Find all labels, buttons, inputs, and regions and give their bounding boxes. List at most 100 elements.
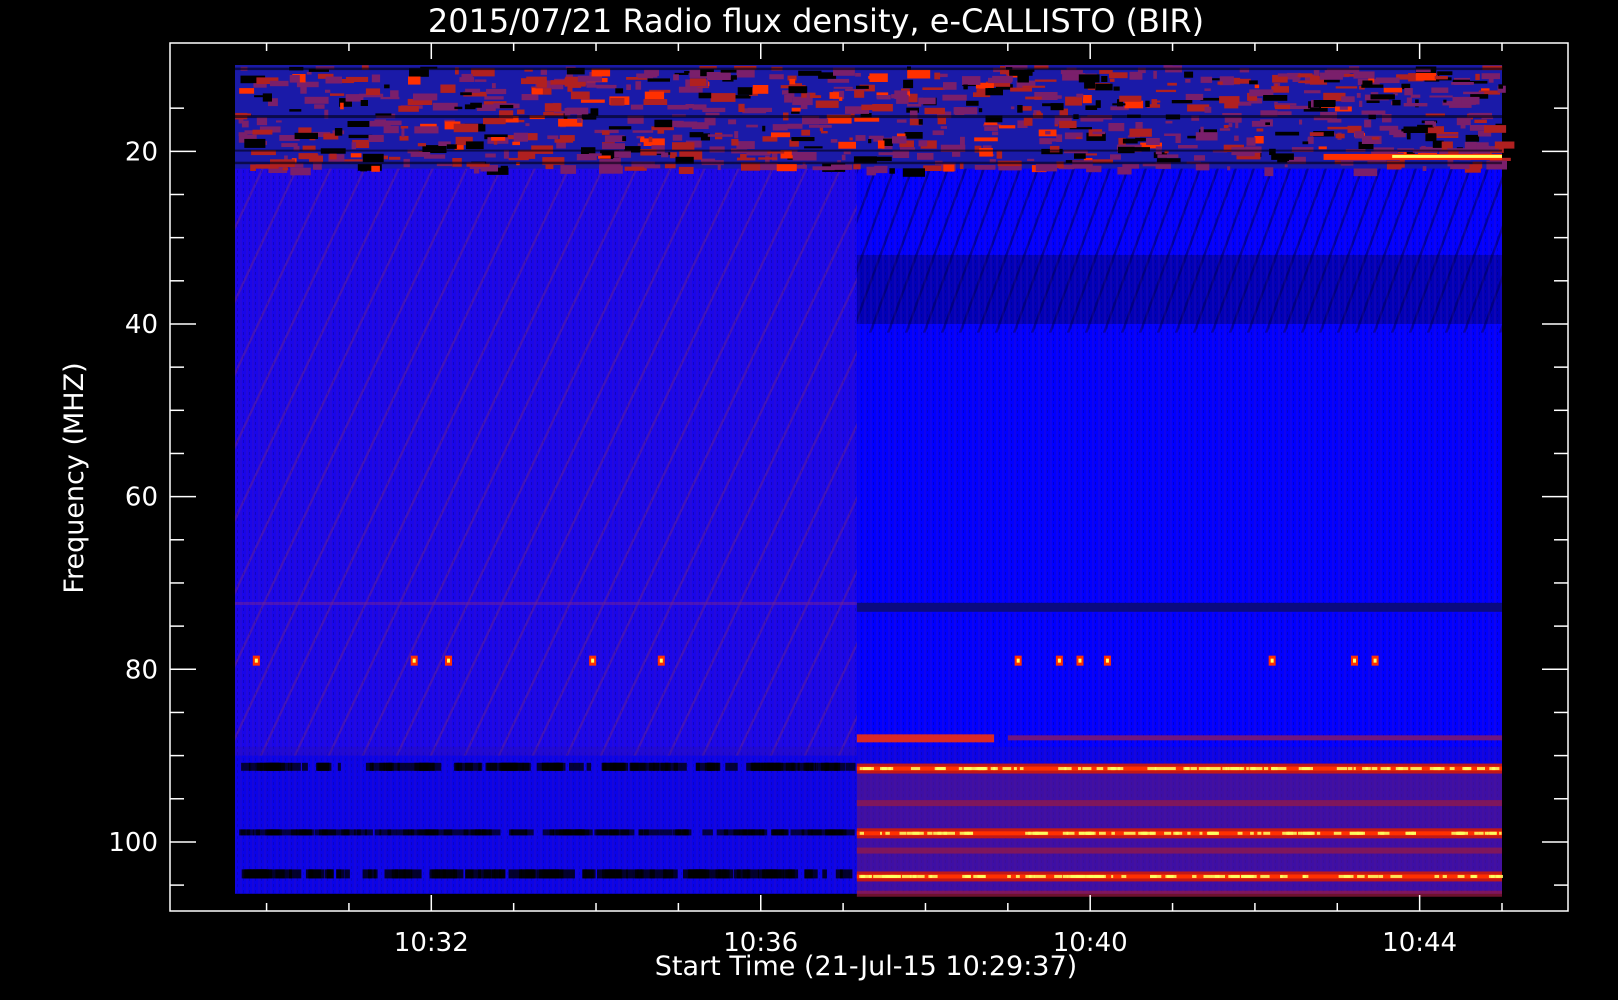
noise-pixel	[1392, 99, 1401, 106]
dark-streak	[716, 829, 729, 836]
interference-highlight	[1377, 831, 1390, 835]
noise-pixel	[486, 88, 507, 95]
noise-pixel	[940, 126, 947, 129]
noise-pixel	[902, 168, 925, 177]
noise-pixel	[521, 78, 544, 85]
noise-pixel	[1460, 123, 1466, 129]
spike-core	[659, 658, 663, 663]
noise-pixel	[738, 103, 745, 112]
noise-pixel	[1362, 138, 1366, 142]
noise-pixel	[1009, 69, 1033, 76]
noise-pixel	[672, 134, 683, 141]
noise-pixel	[1298, 73, 1313, 78]
noise-pixel	[654, 119, 673, 128]
interference-highlight	[1079, 831, 1085, 835]
interference-highlight	[1164, 831, 1172, 835]
spike-core	[1057, 658, 1061, 663]
dark-streak	[374, 829, 382, 836]
interference-highlight	[977, 874, 986, 878]
noise-pixel	[854, 89, 865, 98]
interference-line-core	[856, 874, 1502, 879]
noise-pixel	[767, 151, 785, 154]
noise-pixel	[776, 164, 797, 172]
noise-pixel	[782, 90, 788, 95]
interference-highlight	[1218, 767, 1221, 771]
noise-pixel	[282, 167, 289, 171]
dark-streak	[822, 869, 827, 879]
noise-pixel	[1481, 73, 1500, 80]
dark-streak	[251, 762, 256, 771]
dark-streak	[659, 829, 673, 836]
interference-highlight	[1239, 767, 1245, 771]
dark-streak	[483, 869, 491, 879]
noise-pixel	[304, 96, 329, 104]
noise-pixel	[992, 131, 999, 136]
interference-highlight	[1264, 767, 1269, 771]
noise-pixel	[401, 128, 405, 137]
dark-streak	[463, 829, 477, 836]
dark-streak	[525, 829, 534, 836]
noise-pixel	[1246, 137, 1256, 146]
interference-highlight	[1390, 874, 1403, 878]
noise-pixel	[465, 88, 481, 93]
dark-streak	[290, 762, 301, 771]
noise-pixel	[791, 137, 815, 142]
noise-pixel	[1155, 89, 1177, 93]
noise-pixel	[1135, 122, 1143, 129]
interference-highlight	[1286, 831, 1290, 835]
interference-highlight	[1230, 874, 1240, 878]
noise-pixel	[531, 88, 543, 95]
dark-streak	[410, 869, 422, 879]
dark-streak	[695, 762, 700, 771]
interference-highlight	[1301, 831, 1312, 835]
dark-streak	[343, 829, 350, 836]
noise-pixel	[1264, 167, 1274, 177]
noise-pixel	[1275, 131, 1300, 136]
noise-pixel	[1200, 76, 1213, 83]
dark-streak	[317, 762, 332, 771]
noise-pixel	[996, 150, 1003, 159]
noise-pixel	[550, 80, 570, 85]
interference-highlight	[927, 831, 933, 835]
interference-highlight	[885, 831, 890, 835]
noise-pixel	[630, 104, 644, 110]
noise-pixel	[1082, 95, 1092, 104]
noise-pixel	[1437, 71, 1453, 76]
spike-core	[412, 658, 416, 663]
noise-dark-line	[235, 115, 1502, 119]
noise-pixel	[1167, 82, 1177, 86]
noise-pixel	[839, 97, 843, 101]
interference-highlight	[1206, 767, 1219, 771]
noise-pixel	[717, 164, 721, 171]
noise-pixel	[1465, 134, 1480, 142]
interference-highlight	[1111, 831, 1115, 835]
noise-pixel	[988, 88, 1002, 94]
noise-pixel	[758, 157, 778, 160]
noise-pixel	[707, 134, 733, 137]
dark-streak	[432, 762, 442, 771]
heatmap-image	[235, 65, 1515, 897]
noise-pixel	[747, 107, 772, 112]
dark-streak	[601, 762, 617, 771]
noise-pixel	[706, 72, 731, 80]
noise-pixel	[1494, 141, 1515, 149]
noise-pixel	[1085, 105, 1098, 110]
noise-pixel	[1318, 146, 1327, 150]
noise-pixel	[343, 159, 363, 162]
interference-highlight	[979, 767, 982, 771]
spike-core	[1105, 658, 1109, 663]
chart-title: 2015/07/21 Radio flux density, e-CALLIST…	[428, 2, 1204, 40]
interference-line	[856, 890, 1502, 897]
noise-pixel	[622, 136, 627, 142]
interference-highlight	[908, 831, 920, 835]
noise-pixel	[866, 166, 876, 176]
interference-highlight	[1298, 831, 1302, 835]
noise-pixel	[309, 155, 323, 163]
noise-pixel	[894, 90, 908, 99]
noise-pixel	[485, 153, 496, 158]
noise-pixel	[1204, 106, 1212, 113]
dark-streak	[736, 869, 750, 879]
interference-highlight	[1499, 831, 1502, 835]
noise-pixel	[1124, 100, 1144, 109]
noise-pixel	[330, 93, 345, 96]
